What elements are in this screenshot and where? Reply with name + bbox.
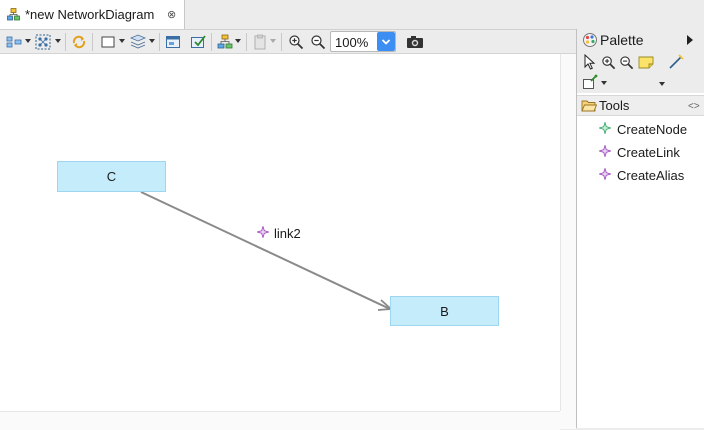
paste-format-dropdown-icon [270,39,276,43]
show-properties-icon[interactable] [164,33,182,51]
create-link-icon [597,143,613,160]
select-dropdown-icon[interactable] [25,39,31,43]
diagram-editor: 100% C B link2 [0,29,577,430]
zoom-out-tool-icon[interactable] [618,54,634,70]
node-b[interactable]: B [390,296,499,326]
toolbar-separator [65,33,66,51]
layers-icon[interactable] [129,33,147,51]
select-all-icon[interactable] [5,33,23,51]
camera-icon[interactable] [406,33,424,51]
tab-title: *new NetworkDiagram [25,7,155,22]
editor-tab-bar: *new NetworkDiagram ⊗ [0,0,704,29]
palette-item-create-link[interactable]: CreateLink [597,143,680,160]
palette-icon [582,32,598,51]
diagram-toolbar: 100% [0,30,576,54]
chevron-down-icon[interactable] [377,32,395,51]
toolbar-separator [159,33,160,51]
note-attachment-tool-icon[interactable] [668,54,684,70]
create-node-icon [597,120,613,137]
diagram-file-icon [7,8,20,24]
vertical-scrollbar[interactable] [560,54,577,411]
create-alias-icon [597,166,613,183]
folder-open-icon [581,99,598,116]
toolbar-separator [281,33,282,51]
link-label-text: link2 [274,226,301,241]
scrollbar-corner [560,411,576,429]
tools-drawer-label: Tools [599,98,630,113]
drawer-pin-icon[interactable]: <> [688,101,700,112]
close-tab-icon[interactable]: ⊗ [167,8,176,21]
shape-icon[interactable] [99,33,117,51]
hide-palette-icon[interactable] [687,35,693,45]
pin-dropdown-icon[interactable] [601,81,607,85]
palette-item-create-node[interactable]: CreateNode [597,120,688,137]
zoom-in-icon[interactable] [287,33,305,51]
horizontal-scrollbar[interactable] [0,411,560,430]
tools-drawer[interactable]: Tools <> [577,95,704,116]
zoom-value[interactable]: 100% [335,35,368,50]
validate-icon[interactable] [189,33,207,51]
layout-dropdown-icon[interactable] [235,39,241,43]
paste-format-icon [251,33,269,51]
layers-dropdown-icon[interactable] [149,39,155,43]
refresh-icon[interactable] [70,33,88,51]
link-label[interactable]: link2 [255,224,301,241]
link-icon [255,224,271,241]
palette-header: Palette [577,29,704,51]
create-alias-label: CreateAlias [617,168,685,183]
toolbar-separator [246,33,247,51]
note-dropdown-icon[interactable] [659,82,665,86]
zoom-in-tool-icon[interactable] [600,54,616,70]
shape-dropdown-icon[interactable] [119,39,125,43]
palette-item-create-alias[interactable]: CreateAlias [597,166,685,183]
zoom-combo[interactable]: 100% [330,31,396,52]
create-node-label: CreateNode [617,122,688,137]
create-link-label: CreateLink [617,145,680,160]
layout-icon[interactable] [216,33,234,51]
arrange-dropdown-icon[interactable] [55,39,61,43]
diagram-canvas[interactable]: C B link2 [0,54,560,411]
palette-tools [577,51,704,93]
toolbar-separator [211,33,212,51]
palette-panel: Palette Tools <> CreateNode CreateLink C… [576,29,704,428]
node-c[interactable]: C [57,161,166,192]
palette-title: Palette [600,32,644,48]
pin-tool-icon[interactable] [582,74,598,90]
note-tool-icon[interactable] [637,54,655,70]
select-tool-icon[interactable] [582,54,598,70]
editor-tab[interactable]: *new NetworkDiagram ⊗ [0,0,185,29]
zoom-out-icon[interactable] [309,33,327,51]
toolbar-separator [92,33,93,51]
arrange-all-icon[interactable] [34,33,52,51]
